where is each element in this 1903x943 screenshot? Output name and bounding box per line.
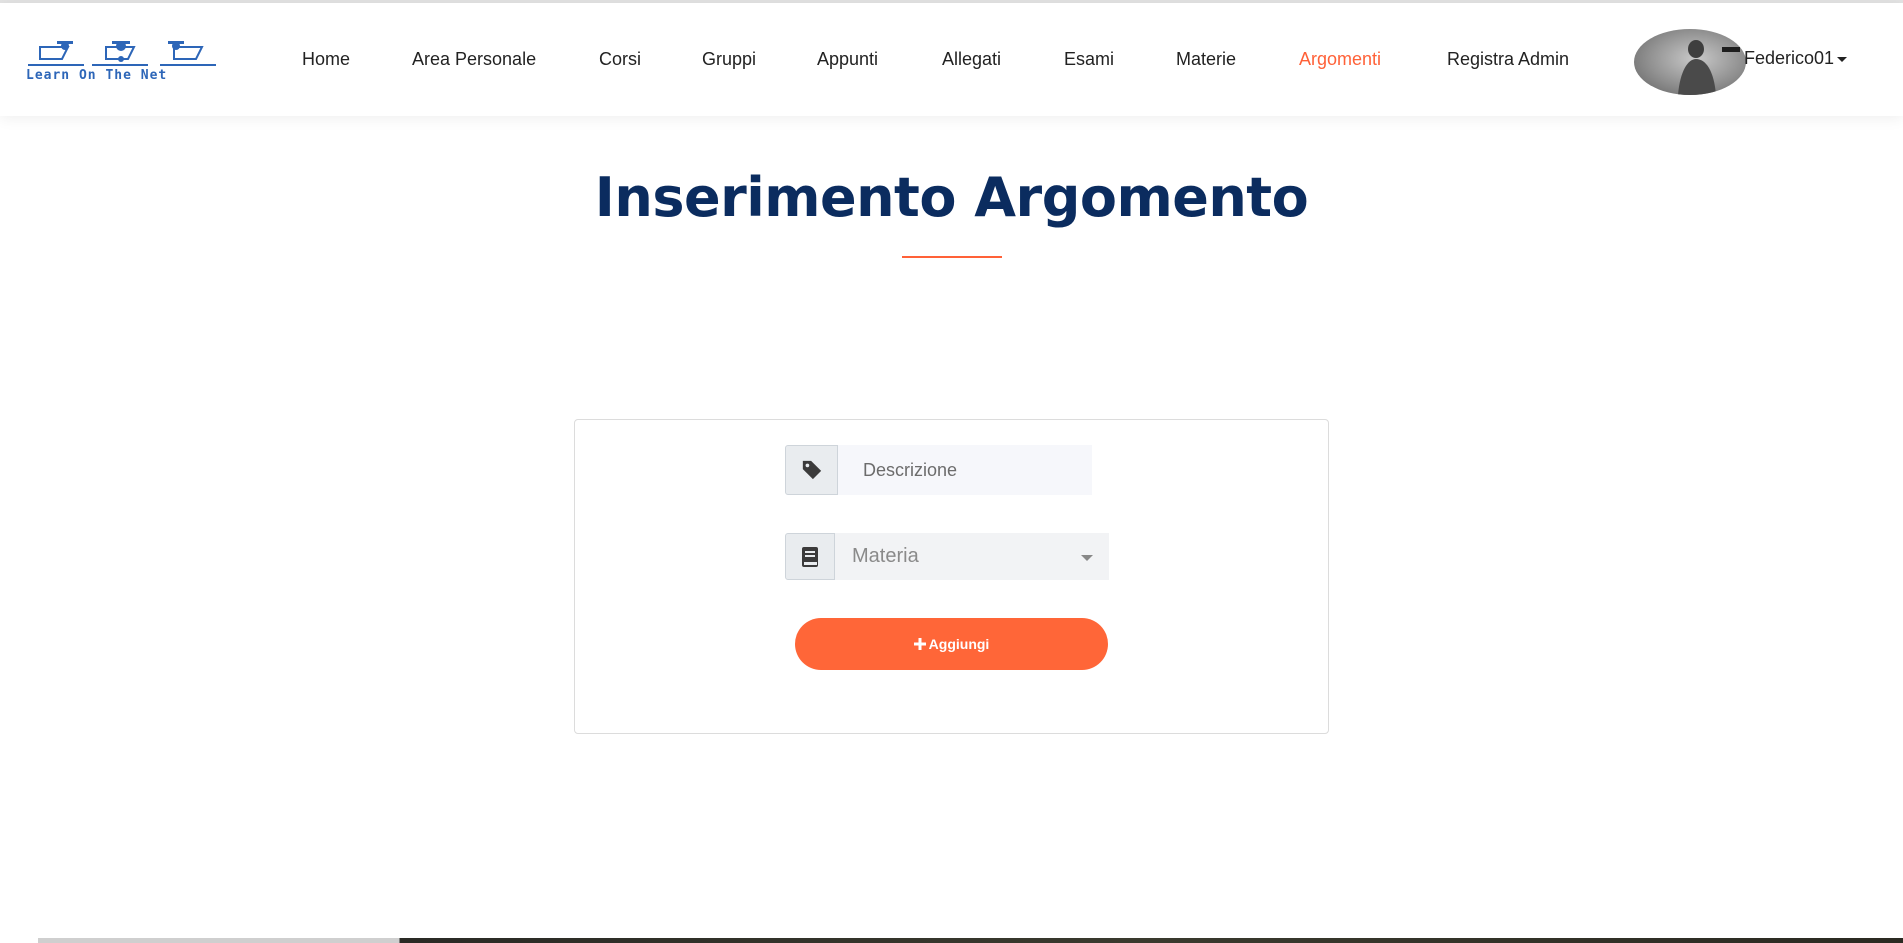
user-menu[interactable]: Federico01: [1744, 48, 1848, 69]
nav-home[interactable]: Home: [302, 49, 350, 70]
nav-registra-admin[interactable]: Registra Admin: [1447, 49, 1569, 70]
plus-icon: [913, 638, 926, 650]
avatar-photo-icon: [1678, 40, 1740, 95]
chevron-down-icon: [1837, 56, 1848, 62]
user-name: Federico01: [1744, 48, 1835, 68]
bottom-strip: [0, 938, 1903, 943]
nav-corsi[interactable]: Corsi: [599, 49, 641, 70]
navbar: Learn On The Net Home Area Personale Cor…: [0, 3, 1903, 116]
nav-area-personale[interactable]: Area Personale: [412, 49, 536, 70]
title-underline: [902, 256, 1002, 258]
page-title: Inserimento Argomento: [594, 166, 1309, 229]
materia-selected: Materia: [852, 545, 919, 567]
nav-materie[interactable]: Materie: [1176, 49, 1236, 70]
logo-text: Learn On The Net: [26, 68, 168, 83]
nav-argomenti[interactable]: Argomenti: [1299, 49, 1381, 70]
tag-icon: [802, 460, 821, 480]
aggiungi-label: Aggiungi: [928, 636, 990, 652]
logo[interactable]: Learn On The Net: [26, 41, 216, 83]
avatar[interactable]: [1634, 29, 1746, 95]
nav-esami[interactable]: Esami: [1064, 49, 1114, 70]
descrizione-addon: [785, 445, 838, 495]
logo-graduates-icon: [28, 41, 216, 66]
materia-select[interactable]: Materia: [835, 533, 1109, 580]
nav-appunti[interactable]: Appunti: [817, 49, 878, 70]
book-icon: [802, 546, 818, 567]
aggiungi-button[interactable]: Aggiungi: [795, 618, 1108, 670]
nav-gruppi[interactable]: Gruppi: [702, 49, 756, 70]
nav-allegati[interactable]: Allegati: [942, 49, 1001, 70]
descrizione-input[interactable]: [838, 445, 1092, 495]
chevron-down-icon: [1081, 555, 1093, 561]
materia-addon: [785, 533, 835, 580]
